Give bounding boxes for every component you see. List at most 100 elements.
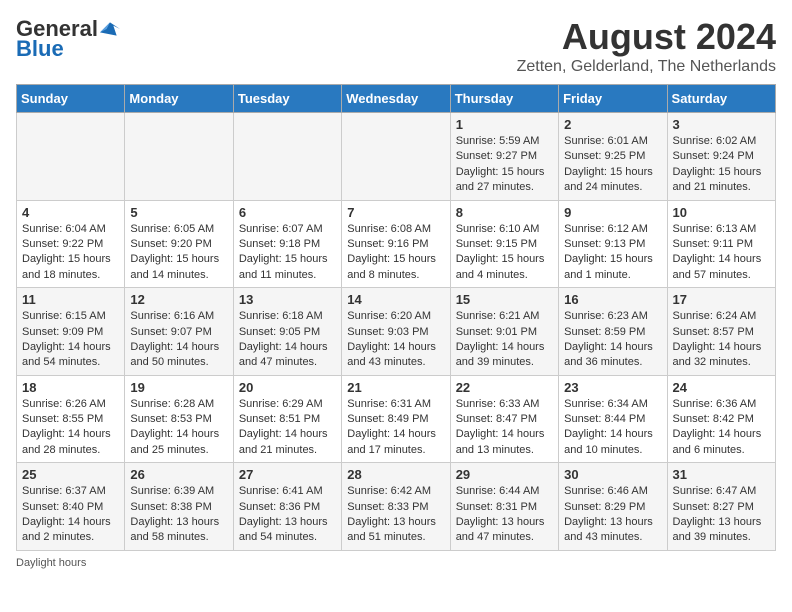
month-title: August 2024 (517, 16, 776, 58)
day-number: 21 (347, 380, 444, 395)
calendar-cell: 20 Sunrise: 6:29 AM Sunset: 8:51 PM Dayli… (233, 375, 341, 463)
day-number: 1 (456, 117, 553, 132)
day-info: Sunrise: 6:34 AM Sunset: 8:44 PM Dayligh… (564, 397, 661, 459)
calendar-cell: 30Sunrise: 6:46 AM Sunset: 8:29 PM Dayli… (559, 463, 667, 551)
title-block: August 2024 Zetten, Gelderland, The Neth… (517, 16, 776, 76)
weekday-header: Friday (559, 85, 667, 113)
day-info: Sunrise: 6:20 AM Sunset: 9:03 PM Dayligh… (347, 309, 444, 371)
calendar-cell: 5Sunrise: 6:05 AM Sunset: 9:20 PM Daylig… (125, 200, 233, 288)
calendar-cell: 19 Sunrise: 6:28 AM Sunset: 8:53 PM Dayli… (125, 375, 233, 463)
day-info: Sunrise: 6:12 AM Sunset: 9:13 PM Dayligh… (564, 222, 661, 284)
day-number: 23 (564, 380, 661, 395)
day-number: 8 (456, 205, 553, 220)
day-number: 14 (347, 292, 444, 307)
day-number: 12 (130, 292, 227, 307)
calendar-cell (17, 113, 125, 201)
day-number: 29 (456, 467, 553, 482)
calendar-cell (233, 113, 341, 201)
day-info: Sunrise: 6:13 AM Sunset: 9:11 PM Dayligh… (673, 222, 770, 284)
weekday-header-row: SundayMondayTuesdayWednesdayThursdayFrid… (17, 85, 776, 113)
calendar-cell: 11Sunrise: 6:15 AM Sunset: 9:09 PM Dayli… (17, 288, 125, 376)
weekday-header: Tuesday (233, 85, 341, 113)
day-number: 9 (564, 205, 661, 220)
calendar-cell: 29 Sunrise: 6:44 AM Sunset: 8:31 PM Dayli… (450, 463, 558, 551)
weekday-header: Thursday (450, 85, 558, 113)
calendar-cell: 2 Sunrise: 6:01 AM Sunset: 9:25 PM Daylig… (559, 113, 667, 201)
calendar-cell: 4Sunrise: 6:04 AM Sunset: 9:22 PM Daylig… (17, 200, 125, 288)
logo-blue-text: Blue (16, 36, 64, 62)
footer-note: Daylight hours (16, 557, 776, 569)
day-info: Sunrise: 6:26 AM Sunset: 8:55 PM Dayligh… (22, 397, 119, 459)
calendar-cell: 10 Sunrise: 6:13 AM Sunset: 9:11 PM Dayli… (667, 200, 775, 288)
calendar-cell: 28 Sunrise: 6:42 AM Sunset: 8:33 PM Dayli… (342, 463, 450, 551)
calendar-cell: 15Sunrise: 6:21 AM Sunset: 9:01 PM Dayli… (450, 288, 558, 376)
calendar-cell: 22Sunrise: 6:33 AM Sunset: 8:47 PM Dayli… (450, 375, 558, 463)
calendar-cell: 26Sunrise: 6:39 AM Sunset: 8:38 PM Dayli… (125, 463, 233, 551)
calendar-cell: 6 Sunrise: 6:07 AM Sunset: 9:18 PM Daylig… (233, 200, 341, 288)
day-number: 25 (22, 467, 119, 482)
calendar-cell: 12 Sunrise: 6:16 AM Sunset: 9:07 PM Dayli… (125, 288, 233, 376)
day-number: 3 (673, 117, 770, 132)
day-number: 13 (239, 292, 336, 307)
day-info: Sunrise: 6:15 AM Sunset: 9:09 PM Dayligh… (22, 309, 119, 371)
day-info: Sunrise: 6:10 AM Sunset: 9:15 PM Dayligh… (456, 222, 553, 284)
day-number: 16 (564, 292, 661, 307)
day-number: 31 (673, 467, 770, 482)
calendar-cell: 16 Sunrise: 6:23 AM Sunset: 8:59 PM Dayli… (559, 288, 667, 376)
day-info: Sunrise: 6:33 AM Sunset: 8:47 PM Dayligh… (456, 397, 553, 459)
calendar-week-row: 18Sunrise: 6:26 AM Sunset: 8:55 PM Dayli… (17, 375, 776, 463)
day-info: Sunrise: 6:21 AM Sunset: 9:01 PM Dayligh… (456, 309, 553, 371)
day-number: 24 (673, 380, 770, 395)
day-info: Sunrise: 6:01 AM Sunset: 9:25 PM Dayligh… (564, 134, 661, 196)
calendar-cell: 8 Sunrise: 6:10 AM Sunset: 9:15 PM Daylig… (450, 200, 558, 288)
day-info: Sunrise: 6:31 AM Sunset: 8:49 PM Dayligh… (347, 397, 444, 459)
day-number: 10 (673, 205, 770, 220)
day-info: Sunrise: 6:37 AM Sunset: 8:40 PM Dayligh… (22, 484, 119, 546)
day-number: 19 (130, 380, 227, 395)
calendar-week-row: 11Sunrise: 6:15 AM Sunset: 9:09 PM Dayli… (17, 288, 776, 376)
day-number: 2 (564, 117, 661, 132)
day-info: Sunrise: 6:04 AM Sunset: 9:22 PM Dayligh… (22, 222, 119, 284)
calendar-cell: 18Sunrise: 6:26 AM Sunset: 8:55 PM Dayli… (17, 375, 125, 463)
calendar-cell: 21 Sunrise: 6:31 AM Sunset: 8:49 PM Dayli… (342, 375, 450, 463)
day-info: Sunrise: 6:41 AM Sunset: 8:36 PM Dayligh… (239, 484, 336, 546)
calendar-cell: 25 Sunrise: 6:37 AM Sunset: 8:40 PM Dayli… (17, 463, 125, 551)
page-header: General Blue August 2024 Zetten, Gelderl… (16, 16, 776, 76)
day-info: Sunrise: 6:08 AM Sunset: 9:16 PM Dayligh… (347, 222, 444, 284)
day-info: Sunrise: 6:05 AM Sunset: 9:20 PM Dayligh… (130, 222, 227, 284)
day-number: 20 (239, 380, 336, 395)
day-number: 6 (239, 205, 336, 220)
day-info: Sunrise: 6:36 AM Sunset: 8:42 PM Dayligh… (673, 397, 770, 459)
day-number: 30 (564, 467, 661, 482)
day-number: 27 (239, 467, 336, 482)
calendar-body: 1 Sunrise: 5:59 AM Sunset: 9:27 PM Daylig… (17, 113, 776, 551)
location-title: Zetten, Gelderland, The Netherlands (517, 58, 776, 76)
day-info: Sunrise: 6:29 AM Sunset: 8:51 PM Dayligh… (239, 397, 336, 459)
calendar-week-row: 25 Sunrise: 6:37 AM Sunset: 8:40 PM Dayli… (17, 463, 776, 551)
calendar-cell (125, 113, 233, 201)
calendar-cell: 23 Sunrise: 6:34 AM Sunset: 8:44 PM Dayli… (559, 375, 667, 463)
day-info: Sunrise: 6:42 AM Sunset: 8:33 PM Dayligh… (347, 484, 444, 546)
logo-bird-icon (100, 19, 120, 39)
day-info: Sunrise: 6:28 AM Sunset: 8:53 PM Dayligh… (130, 397, 227, 459)
day-number: 28 (347, 467, 444, 482)
day-info: Sunrise: 6:07 AM Sunset: 9:18 PM Dayligh… (239, 222, 336, 284)
calendar-cell: 31Sunrise: 6:47 AM Sunset: 8:27 PM Dayli… (667, 463, 775, 551)
weekday-header: Wednesday (342, 85, 450, 113)
calendar-cell: 7Sunrise: 6:08 AM Sunset: 9:16 PM Daylig… (342, 200, 450, 288)
day-info: Sunrise: 6:16 AM Sunset: 9:07 PM Dayligh… (130, 309, 227, 371)
calendar-cell: 27 Sunrise: 6:41 AM Sunset: 8:36 PM Dayli… (233, 463, 341, 551)
calendar-cell: 17 Sunrise: 6:24 AM Sunset: 8:57 PM Dayli… (667, 288, 775, 376)
day-info: Sunrise: 6:44 AM Sunset: 8:31 PM Dayligh… (456, 484, 553, 546)
calendar-cell: 13Sunrise: 6:18 AM Sunset: 9:05 PM Dayli… (233, 288, 341, 376)
day-info: Sunrise: 6:02 AM Sunset: 9:24 PM Dayligh… (673, 134, 770, 196)
weekday-header: Sunday (17, 85, 125, 113)
day-info: Sunrise: 6:24 AM Sunset: 8:57 PM Dayligh… (673, 309, 770, 371)
calendar-cell: 14 Sunrise: 6:20 AM Sunset: 9:03 PM Dayli… (342, 288, 450, 376)
day-number: 17 (673, 292, 770, 307)
calendar-cell (342, 113, 450, 201)
weekday-header: Saturday (667, 85, 775, 113)
day-info: Sunrise: 6:23 AM Sunset: 8:59 PM Dayligh… (564, 309, 661, 371)
calendar-cell: 1 Sunrise: 5:59 AM Sunset: 9:27 PM Daylig… (450, 113, 558, 201)
day-info: Sunrise: 5:59 AM Sunset: 9:27 PM Dayligh… (456, 134, 553, 196)
